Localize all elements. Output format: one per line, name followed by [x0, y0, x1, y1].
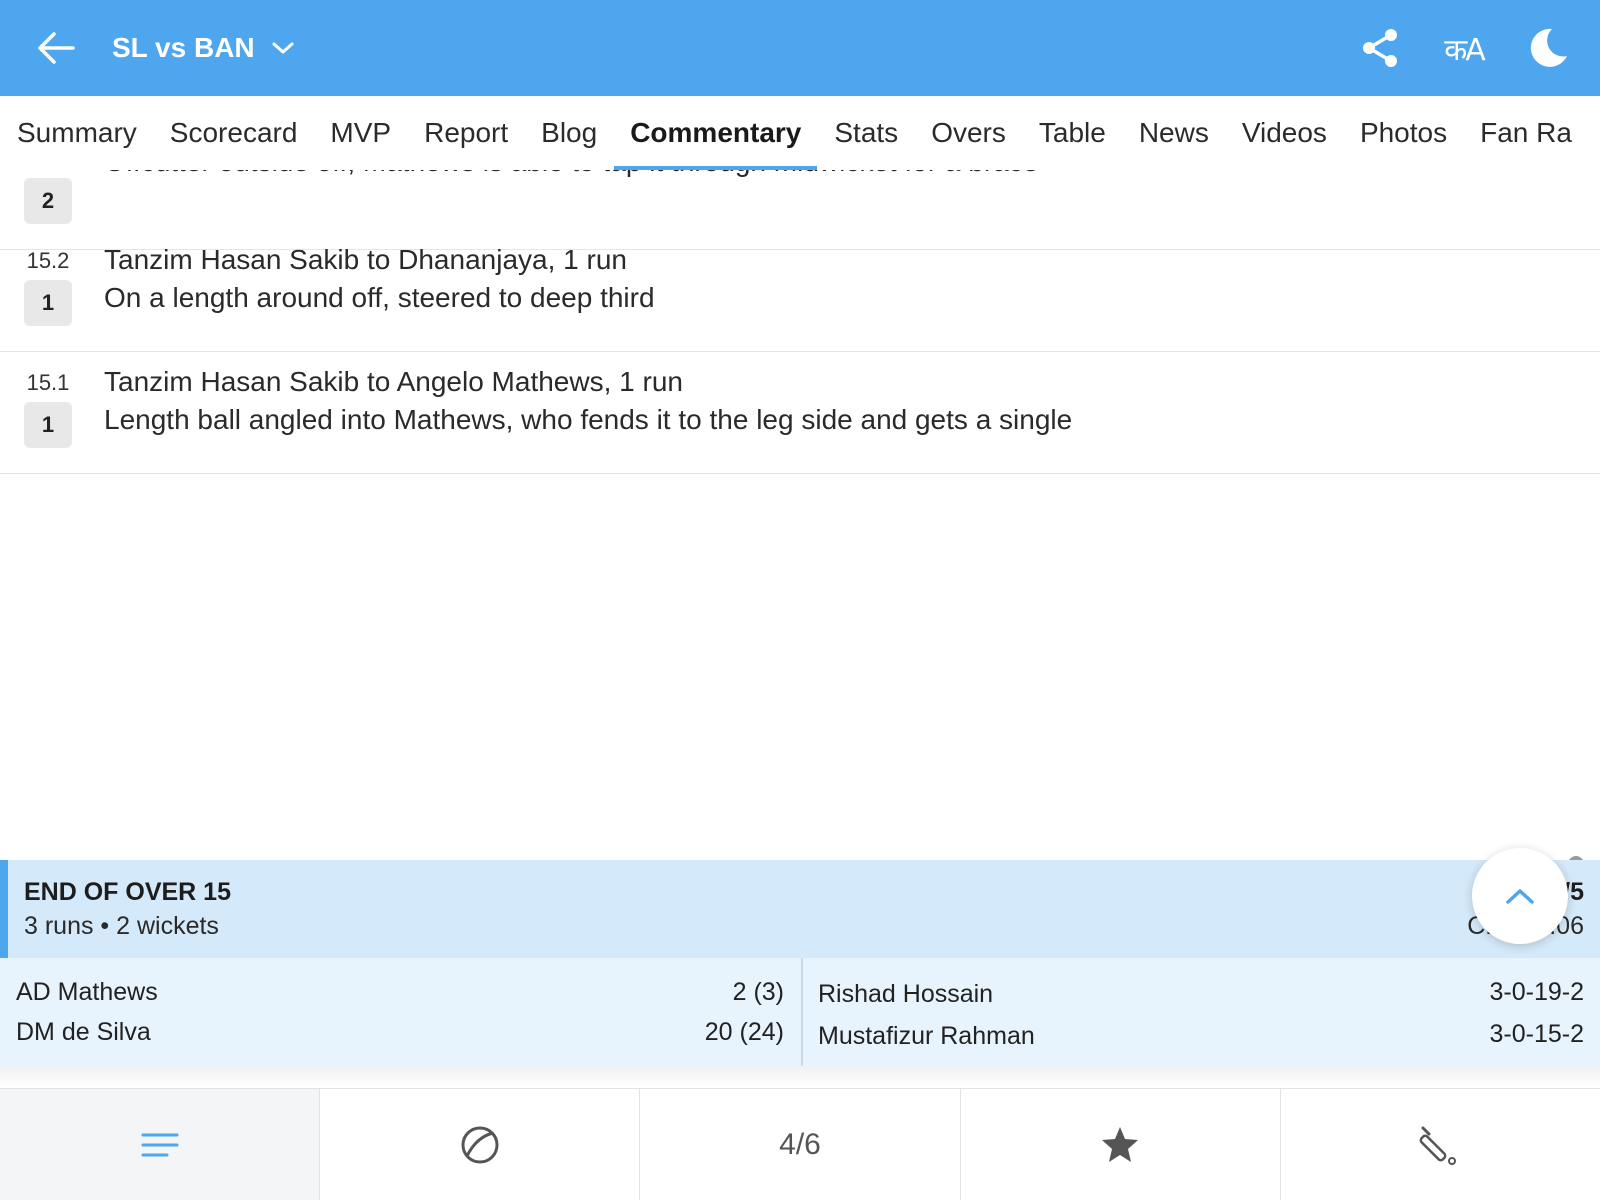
batter-name: DM de Silva: [16, 1018, 151, 1046]
commentary-item: 15.1 1 Tanzim Hasan Sakib to Angelo Math…: [0, 352, 1600, 474]
tab-summary[interactable]: Summary: [17, 96, 137, 170]
over-title: END OF OVER 15: [24, 878, 231, 906]
batter-name: AD Mathews: [16, 978, 158, 1006]
end-of-over-panel: END OF OVER 15 3 runs • 2 wickets SL: 75…: [0, 860, 1600, 1066]
tab-stats[interactable]: Stats: [834, 96, 898, 170]
match-title: SL vs BAN: [112, 32, 255, 63]
bottom-shadow: [0, 1066, 1600, 1088]
chevron-down-icon: [271, 40, 295, 56]
ball-icon: [461, 1126, 499, 1164]
divider: [801, 958, 803, 1066]
tab-mvp[interactable]: MVP: [330, 96, 391, 170]
over-stats: AD Mathews 2 (3) DM de Silva 20 (24) Ris…: [0, 958, 1600, 1066]
star-icon: [1102, 1127, 1139, 1162]
share-icon: [1363, 29, 1397, 67]
theme-toggle-button[interactable]: [1524, 24, 1572, 72]
tab-overs[interactable]: Overs: [931, 96, 1006, 170]
match-selector[interactable]: SL vs BAN: [112, 28, 295, 68]
tab-photos[interactable]: Photos: [1360, 96, 1447, 170]
end-of-over-header: END OF OVER 15 3 runs • 2 wickets SL: 75…: [0, 860, 1600, 958]
bat-icon: [1419, 1126, 1457, 1165]
commentary-text: Length ball angled into Mathews, who fen…: [104, 404, 1073, 435]
commentary-headline: Tanzim Hasan Sakib to Dhananjaya, 1 run: [104, 244, 627, 275]
nav-page-counter[interactable]: 4/6: [640, 1089, 961, 1200]
nav-batting[interactable]: [1280, 1089, 1600, 1200]
commentary-list[interactable]: 2 Offcutter outside off, Mathews is able…: [0, 170, 1600, 860]
bottom-navigation: 4/6: [0, 1088, 1600, 1200]
tab-report[interactable]: Report: [424, 96, 508, 170]
ball-number: 15.2: [26, 248, 70, 273]
language-button[interactable]: कA: [1440, 24, 1488, 72]
tab-fan-ratings[interactable]: Fan Ra: [1480, 96, 1572, 170]
batter-score: 20 (24): [704, 1018, 784, 1046]
nav-favourites[interactable]: [960, 1089, 1281, 1200]
share-button[interactable]: [1356, 24, 1404, 72]
back-button[interactable]: [32, 28, 80, 68]
commentary-headline: Tanzim Hasan Sakib to Angelo Mathews, 1 …: [104, 366, 683, 397]
menu-icon: [141, 1133, 179, 1157]
bowler-figures: 3-0-19-2: [1489, 978, 1585, 1006]
runs-badge: 2: [24, 178, 72, 224]
app-header: SL vs BAN कA: [0, 0, 1600, 96]
language-icon: कA: [1444, 32, 1486, 68]
batter-score: 2 (3): [732, 978, 784, 1006]
chevron-up-icon: [1506, 889, 1534, 904]
ball-number: 15.1: [26, 370, 70, 395]
bowler-name: Mustafizur Rahman: [818, 1022, 1035, 1050]
arrow-left-icon: [38, 32, 75, 64]
commentary-item: 15.2 1 Tanzim Hasan Sakib to Dhananjaya,…: [0, 230, 1600, 352]
page-counter: 4/6: [779, 1128, 821, 1161]
section-tabs: Summary Scorecard MVP Report Blog Commen…: [0, 96, 1600, 170]
bowler-name: Rishad Hossain: [818, 980, 994, 1008]
moon-icon: [1530, 28, 1567, 67]
nav-live[interactable]: [320, 1089, 641, 1200]
tab-scorecard[interactable]: Scorecard: [170, 96, 298, 170]
scroll-to-top-button[interactable]: [1472, 848, 1568, 944]
tab-videos[interactable]: Videos: [1242, 96, 1327, 170]
runs-badge: 1: [24, 402, 72, 448]
nav-commentary[interactable]: [0, 1089, 321, 1200]
bowler-figures: 3-0-15-2: [1489, 1020, 1585, 1048]
commentary-text: On a length around off, steered to deep …: [104, 282, 655, 313]
tab-blog[interactable]: Blog: [541, 96, 597, 170]
tab-table[interactable]: Table: [1039, 96, 1106, 170]
commentary-text: Offcutter outside off, Mathews is able t…: [104, 170, 1038, 178]
tab-news[interactable]: News: [1139, 96, 1209, 170]
over-summary: 3 runs • 2 wickets: [24, 912, 219, 940]
runs-badge: 1: [24, 280, 72, 326]
tab-commentary[interactable]: Commentary: [614, 96, 818, 170]
